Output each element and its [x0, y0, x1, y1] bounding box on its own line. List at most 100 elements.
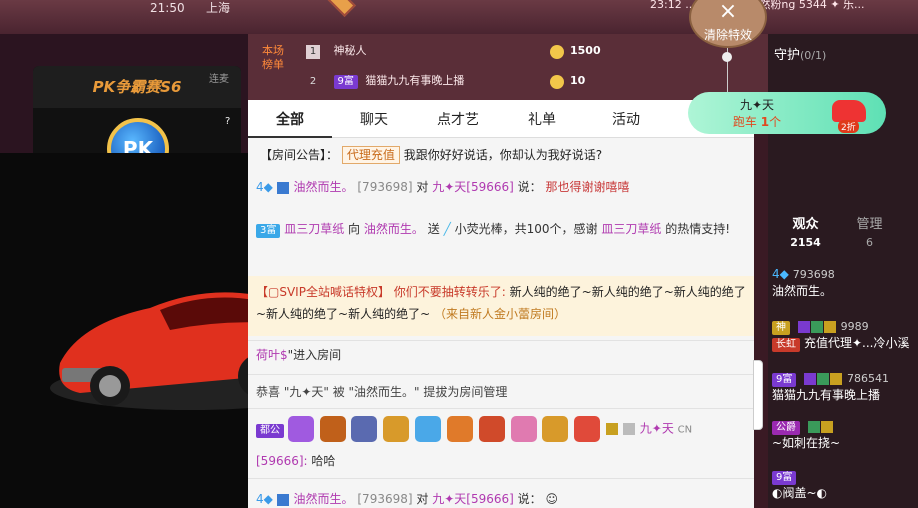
run-car-prefix: 跑车: [732, 115, 761, 129]
audience-item[interactable]: 9富 786541 猫猫九九有事晚上播: [772, 370, 918, 403]
pk-help-icon[interactable]: ?: [225, 116, 230, 127]
tab-talent[interactable]: 点才艺: [416, 100, 500, 138]
user-name: 充值代理✦...冷小溪: [804, 336, 910, 350]
tab-chat[interactable]: 聊天: [332, 100, 416, 138]
k-icon: [817, 372, 830, 385]
chat-message: 4◆ 油然而生。 [793698] 对 九✦天[59666] 说： 那也得谢谢嘻…: [248, 176, 754, 198]
user-name: ◐阀盖~◐: [772, 486, 827, 500]
audience-item[interactable]: 公爵 ~如刺在挠~: [772, 418, 918, 451]
svip-user[interactable]: 你们不要抽转转乐了:: [394, 285, 506, 299]
diamond-icon: ◆: [263, 492, 273, 506]
user-level: 4: [256, 180, 264, 194]
rank-number: 1: [306, 45, 320, 59]
message-content: 哈哈: [311, 454, 336, 468]
clear-effects-label: 清除特效: [703, 28, 752, 42]
chat-panel: 全部 聊天 点才艺 礼单 活动 【房间公告】： 代理充值 我跟你好好说话，你却认…: [248, 100, 754, 508]
user-id: 786541: [847, 372, 890, 385]
wealth-badge: 9富: [333, 75, 358, 89]
target-user[interactable]: 九✦天[59666]: [432, 180, 514, 194]
clear-effects-button[interactable]: × 清除特效: [689, 0, 767, 48]
crown-icon: [606, 423, 619, 435]
glow-stick-icon: ╱: [443, 222, 451, 236]
noble-badge: 都公: [256, 423, 284, 438]
message-user[interactable]: 九✦天: [640, 422, 674, 436]
tab-audience-label: 观众: [792, 217, 819, 232]
thanked-user[interactable]: 皿三刀草纸: [601, 222, 661, 236]
message-user[interactable]: 油然而生。: [294, 492, 354, 506]
run-car-text: 跑车 1个: [688, 113, 826, 130]
rank-value: 10: [570, 74, 586, 87]
gift-message: 3富 皿三刀草纸 向 油然而生。 送 ╱ 小荧光棒，共100个，感谢 皿三刀草纸…: [248, 218, 754, 240]
user-id: 793698: [792, 268, 835, 281]
pk-link-label[interactable]: 连麦: [209, 70, 229, 85]
promote-message: 恭喜 "九✦天" 被 "油然而生。" 提拔为房间管理: [256, 385, 508, 399]
said-label: 说：: [517, 180, 542, 194]
svip-from[interactable]: （来自新人金小蕾房间）: [434, 307, 566, 321]
k-icon: [810, 320, 823, 333]
rank-value: 1500: [570, 44, 601, 57]
message-user[interactable]: 皿三刀草纸: [284, 222, 344, 236]
level-icon: [276, 493, 289, 506]
tab-activity[interactable]: 活动: [584, 100, 668, 138]
pin-dot: [722, 52, 732, 62]
god-badge: 神: [772, 321, 790, 335]
star-medal-icon: [287, 416, 314, 442]
wealth-badge: 3富: [256, 224, 281, 238]
rank-row[interactable]: 1 神秘人 1500: [306, 40, 601, 62]
audience-item[interactable]: 神 9989 长虹 充值代理✦...冷小溪: [772, 318, 918, 352]
to-label: 对: [416, 180, 429, 194]
chat-message-body: [59666]: 哈哈: [248, 450, 754, 472]
v-icon: [804, 372, 817, 385]
collapse-handle[interactable]: [753, 360, 763, 430]
wealth-badge: 9富: [772, 471, 797, 485]
divider: [248, 478, 754, 479]
shield-medal-icon: [446, 416, 473, 442]
message-user[interactable]: 油然而生。: [294, 180, 354, 194]
rank-row[interactable]: 2 9富 猫猫九九有事晚上播 10: [306, 70, 586, 92]
crown-icon: [820, 420, 833, 433]
rank-user-name: 猫猫九九有事晚上播: [365, 74, 465, 87]
audience-item[interactable]: 4◆ 793698 油然而生。: [772, 266, 918, 299]
enter-text: "进入房间: [287, 348, 342, 362]
guard-label: 守护: [774, 48, 801, 63]
v-icon: [797, 320, 810, 333]
tab-all[interactable]: 全部: [248, 100, 332, 138]
user-id: [59666]:: [256, 454, 308, 468]
medal-icon: [319, 416, 346, 442]
audience-item[interactable]: 9富 ◐阀盖~◐: [772, 468, 918, 501]
enter-room-message: 荷叶$"进入房间: [248, 344, 754, 366]
agent-recharge-tag[interactable]: 代理充值: [341, 146, 400, 164]
message-user[interactable]: 荷叶$: [256, 348, 288, 362]
chat-message: 都公 九✦天 CN: [248, 416, 754, 442]
k-icon: [807, 420, 820, 433]
crown-medal-icon: [510, 416, 537, 442]
sub-badge: 长虹: [772, 338, 800, 352]
rank-title[interactable]: 本场榜单: [262, 44, 286, 72]
target-user[interactable]: 九✦天[59666]: [432, 492, 514, 506]
coin-icon: [550, 45, 564, 59]
guard-header[interactable]: 守护(0/1): [774, 44, 826, 63]
tab-gift-list[interactable]: 礼单: [500, 100, 584, 138]
level-icon: [276, 181, 289, 194]
coin-icon: [550, 75, 564, 89]
gift-tail: 的热情支持!: [665, 222, 731, 236]
tab-admins-label: 管理: [856, 217, 883, 232]
target-user[interactable]: 油然而生。: [364, 222, 424, 236]
user-name: ~如刺在挠~: [772, 436, 841, 450]
admin-count: 6: [866, 236, 873, 249]
notice-text: 我跟你好好说话，你却认为我好说话?: [403, 148, 603, 162]
tab-admins[interactable]: 管理 6: [832, 216, 907, 252]
city-label: 上海: [206, 1, 231, 15]
chest-medal-icon: [478, 416, 505, 442]
diamond-icon: ◆: [779, 267, 789, 281]
session-rank-panel: 本场榜单 1 神秘人 1500 2 9富 猫猫九九有事晚上播 10: [248, 34, 768, 100]
wealth-badge: 9富: [772, 373, 797, 387]
discount-badge: 2折: [838, 120, 859, 133]
ticket-medal-icon: [542, 416, 569, 442]
run-car-bubble[interactable]: 九✦天 跑车 1个 2折: [688, 92, 886, 134]
arrow-medal-icon: [383, 416, 410, 442]
heart-medal-icon: [574, 416, 601, 442]
svip-broadcast: 【▢SVIP全站喊话特权】 你们不要抽转转乐了: 新人纯的绝了~新人纯的绝了~新…: [248, 276, 754, 336]
chat-message: 4◆ 油然而生。 [793698] 对 九✦天[59666] 说： ☺: [248, 488, 754, 508]
duke-badge: 公爵: [772, 421, 800, 435]
